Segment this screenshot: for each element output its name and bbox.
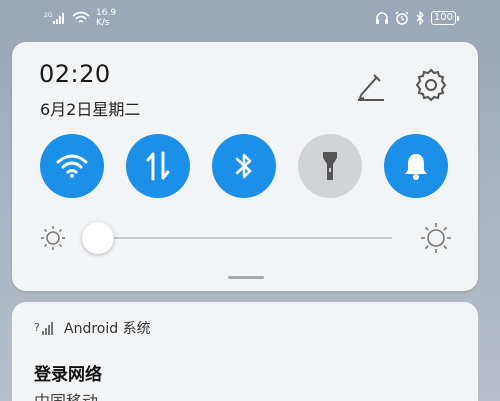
wifi-status-icon bbox=[72, 11, 90, 23]
wifi-toggle[interactable] bbox=[40, 134, 104, 198]
clock-time: 02:20 bbox=[39, 60, 111, 88]
pencil-icon[interactable] bbox=[352, 68, 388, 104]
network-type-label: 2G bbox=[44, 12, 53, 19]
wifi-icon bbox=[56, 154, 88, 178]
sun-dim-icon bbox=[41, 226, 65, 250]
sound-toggle[interactable] bbox=[384, 134, 448, 198]
quick-settings-panel: 02:20 6月2日星期二 bbox=[12, 42, 478, 291]
quick-toggles bbox=[40, 134, 450, 200]
notification-card[interactable]: ? Android 系统 登录网络 中国移动 bbox=[12, 302, 478, 401]
battery-icon: 100 bbox=[430, 11, 460, 25]
status-bar-right: 100 bbox=[375, 6, 460, 30]
notification-app-name: Android 系统 bbox=[64, 321, 151, 337]
flashlight-icon bbox=[323, 152, 337, 180]
brightness-track[interactable] bbox=[90, 237, 392, 239]
speed-unit: K/s bbox=[96, 18, 110, 28]
panel-drag-handle[interactable] bbox=[228, 276, 264, 279]
bell-icon bbox=[405, 154, 427, 180]
gear-icon[interactable] bbox=[412, 66, 450, 104]
status-bar-left: 2G 16.9 K/s bbox=[44, 6, 116, 30]
battery-level: 100 bbox=[433, 12, 453, 23]
speed-value: 16.9 bbox=[96, 8, 117, 18]
signal-question-icon: ? bbox=[34, 321, 53, 335]
clock-date: 6月2日星期二 bbox=[40, 100, 141, 119]
flashlight-toggle[interactable] bbox=[298, 134, 362, 198]
mobile-data-icon bbox=[146, 151, 170, 181]
brightness-thumb[interactable] bbox=[82, 222, 114, 254]
bluetooth-status-icon bbox=[416, 11, 424, 25]
status-bar: 2G 16.9 K/s 100 bbox=[0, 0, 500, 34]
bluetooth-toggle[interactable] bbox=[212, 134, 276, 198]
svg-text:?: ? bbox=[34, 321, 40, 334]
notification-subtitle: 中国移动 bbox=[34, 388, 98, 401]
headphones-icon bbox=[375, 12, 388, 24]
alarm-icon bbox=[395, 11, 409, 25]
notification-header: ? Android 系统 bbox=[34, 318, 151, 338]
notification-title: 登录网络 bbox=[34, 365, 102, 385]
bluetooth-icon bbox=[235, 153, 252, 179]
mobile-data-toggle[interactable] bbox=[126, 134, 190, 198]
brightness-slider[interactable] bbox=[40, 217, 452, 257]
signal-icon: 2G bbox=[44, 12, 64, 24]
network-speed: 16.9 K/s bbox=[96, 8, 116, 28]
sun-bright-icon bbox=[421, 223, 451, 253]
